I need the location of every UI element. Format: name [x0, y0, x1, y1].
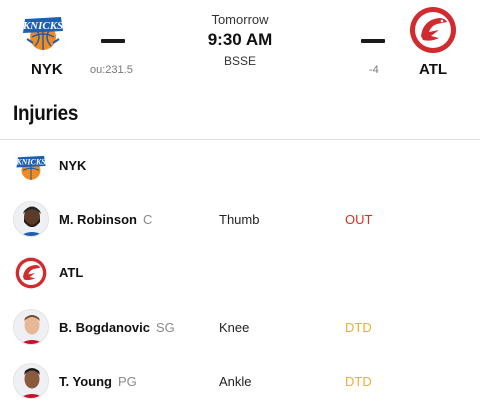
- knicks-logo: KNICKS: [15, 155, 46, 180]
- injury-type: Knee: [219, 320, 250, 335]
- player-photo-icon: [14, 202, 48, 236]
- status-label: OUT: [345, 212, 373, 227]
- game-header[interactable]: KNICKS NYK ou:231.5 Tomorrow 9:30 AM BSS…: [0, 0, 480, 88]
- player-photo-icon: [14, 364, 48, 398]
- away-team-abbr: NYK: [31, 61, 63, 78]
- hawks-logo: [15, 257, 47, 289]
- player-avatar: [13, 201, 49, 237]
- section-title: Injuries: [13, 102, 79, 125]
- hawks-logo: [410, 7, 456, 53]
- injury-type: Ankle: [219, 374, 252, 389]
- knicks-logo: KNICKS: [22, 17, 63, 50]
- player-name-text: T. Young: [59, 374, 112, 389]
- team-name: NYK: [59, 158, 87, 173]
- player-name: M. Robinson C: [59, 212, 152, 227]
- player-name: B. Bogdanovic SG: [59, 320, 175, 335]
- player-photo-icon: [14, 310, 48, 344]
- player-position: C: [143, 212, 153, 227]
- player-avatar: [13, 309, 49, 345]
- player-row[interactable]: M. Robinson C Thumb OUT: [0, 198, 480, 242]
- home-score-dash: [361, 39, 385, 43]
- player-name: T. Young PG: [59, 374, 137, 389]
- team-row-atl[interactable]: ATL: [0, 253, 480, 293]
- svg-text:KNICKS: KNICKS: [15, 158, 46, 167]
- game-day: Tomorrow: [211, 12, 269, 27]
- svg-text:KNICKS: KNICKS: [22, 20, 63, 32]
- game-time: 9:30 AM: [207, 30, 273, 49]
- team-row-nyk[interactable]: KNICKS NYK: [0, 146, 480, 186]
- player-avatar: [13, 363, 49, 399]
- injury-type: Thumb: [219, 212, 260, 227]
- player-name-text: B. Bogdanovic: [59, 320, 151, 335]
- player-row[interactable]: B. Bogdanovic SG Knee DTD: [0, 306, 480, 350]
- team-name: ATL: [59, 265, 84, 280]
- home-team-abbr: ATL: [419, 61, 448, 78]
- player-row[interactable]: T. Young PG Ankle DTD: [0, 360, 480, 404]
- status-label: DTD: [345, 374, 372, 389]
- player-name-text: M. Robinson: [59, 212, 137, 227]
- away-score-dash: [101, 39, 125, 43]
- player-position: SG: [156, 320, 175, 335]
- status-label: DTD: [345, 320, 372, 335]
- tv-network: BSSE: [223, 54, 256, 68]
- player-position: PG: [117, 374, 137, 389]
- over-under-odds: ou:231.5: [90, 64, 133, 76]
- divider: [0, 139, 480, 140]
- spread-odds: -4: [369, 64, 379, 76]
